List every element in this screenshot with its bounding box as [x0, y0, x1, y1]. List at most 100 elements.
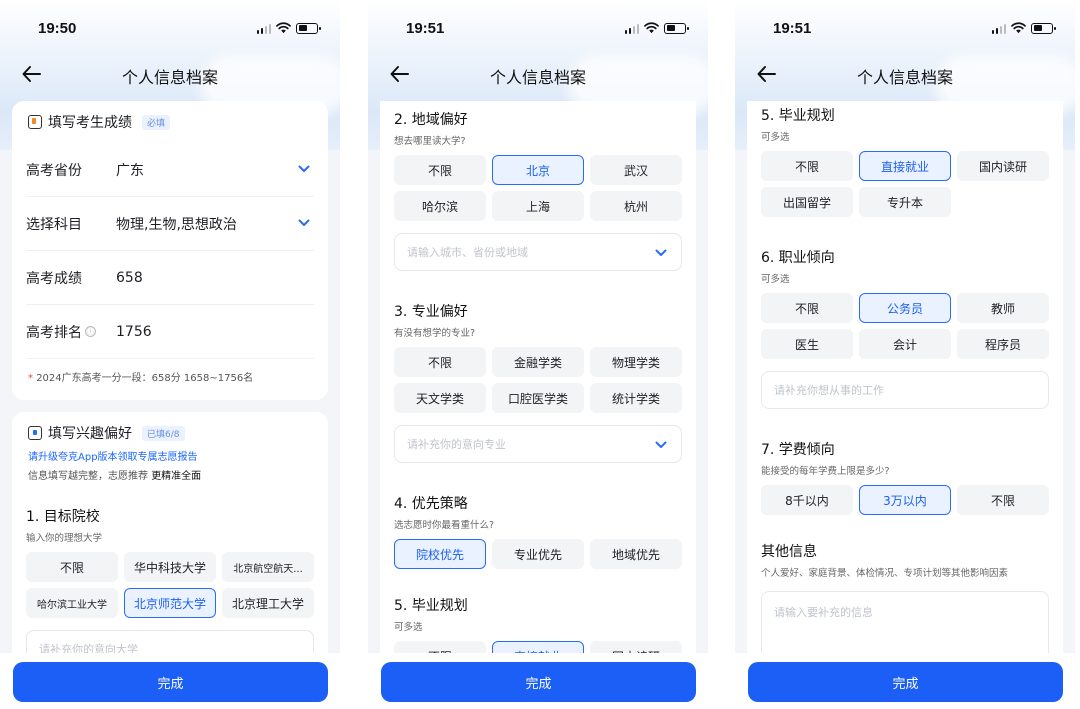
- option-chip[interactable]: 专业优先: [492, 539, 584, 569]
- option-chip[interactable]: 天文学类: [394, 383, 486, 413]
- plan-section: 5. 毕业规划 可多选 不限 直接就业 国内读研: [380, 595, 696, 654]
- section-subtitle: 可多选: [761, 274, 790, 285]
- option-chip[interactable]: 出国留学: [761, 187, 853, 217]
- option-chip[interactable]: 哈尔滨工业大学: [26, 588, 118, 618]
- nav-bar: 个人信息档案: [368, 58, 708, 90]
- interest-card: 填写兴趣偏好 已填6/8 请升级夸克App版本领取专属志愿报告 信息填写越完整，…: [12, 412, 328, 654]
- signal-icon: [991, 23, 1006, 34]
- bottom-bar: 完成: [368, 653, 708, 709]
- target-school-section: 1. 目标院校 输入你的理想大学 不限 华中科技大学 北京航空航天... 哈尔滨…: [12, 506, 328, 654]
- option-chip[interactable]: 地域优先: [590, 539, 682, 569]
- option-chip[interactable]: 上海: [492, 191, 584, 221]
- chevron-down-icon[interactable]: [655, 441, 667, 449]
- tuition-section: 7. 学费倾向 能接受的每年学费上限是多少? 8千以内 3万以内 不限: [747, 439, 1063, 519]
- chevron-down-icon[interactable]: [298, 165, 310, 173]
- phone-screen-2: 19:51 个人信息档案 2. 地域偏好 想去哪里读大学? 不限 北京 武汉 哈…: [368, 0, 708, 709]
- score-field[interactable]: 高考成绩 658: [26, 251, 314, 305]
- region-input[interactable]: 请输入城市、省份或地域: [394, 233, 682, 271]
- option-chip[interactable]: 专升本: [859, 187, 951, 217]
- option-chip[interactable]: 国内读研: [957, 151, 1049, 181]
- option-chip[interactable]: 不限: [394, 347, 486, 377]
- option-chip[interactable]: 金融学类: [492, 347, 584, 377]
- target-school-input[interactable]: 请补充你的意向大学: [26, 630, 314, 654]
- status-icons: [991, 22, 1056, 34]
- done-button[interactable]: 完成: [13, 662, 328, 702]
- career-input[interactable]: 请补充你想从事的工作: [761, 371, 1049, 409]
- option-chip[interactable]: 公务员: [859, 293, 951, 323]
- progress-badge: 已填6/8: [142, 425, 185, 441]
- subjects-field[interactable]: 选择科目 物理,生物,思想政治: [26, 197, 314, 251]
- chevron-down-icon[interactable]: [655, 249, 667, 257]
- upgrade-link[interactable]: 请升级夸克App版本领取专属志愿报告: [12, 448, 328, 463]
- subjects-value: 物理,生物,思想政治: [116, 216, 237, 233]
- score-card-header: 填写考生成绩 必填: [12, 101, 328, 143]
- option-chip[interactable]: 程序员: [957, 329, 1049, 359]
- option-chip[interactable]: 3万以内: [859, 485, 951, 515]
- signal-icon: [256, 23, 271, 34]
- strategy-section: 4. 优先策略 选志愿时你最看重什么? 院校优先 专业优先 地域优先: [380, 493, 696, 573]
- nav-bar: 个人信息档案: [0, 58, 340, 90]
- score-card-title: 填写考生成绩: [48, 115, 132, 131]
- option-grid: 不限 直接就业 国内读研 出国留学 专升本: [747, 151, 1063, 217]
- score-label: 高考成绩: [26, 270, 82, 287]
- info-icon[interactable]: ⓘ: [85, 326, 96, 337]
- section-subtitle: 有没有想学的专业?: [394, 328, 476, 339]
- section-title: 5. 毕业规划: [394, 598, 468, 614]
- preferences-card: 2. 地域偏好 想去哪里读大学? 不限 北京 武汉 哈尔滨 上海 杭州 请输入城…: [380, 101, 696, 654]
- option-chip[interactable]: 北京师范大学: [124, 588, 216, 618]
- status-bar: 19:51: [735, 0, 1075, 58]
- status-time: 19:50: [38, 20, 77, 37]
- option-chip[interactable]: 不限: [761, 293, 853, 323]
- chevron-down-icon[interactable]: [298, 219, 310, 227]
- promo-sub-prefix: 信息填写越完整，志愿推荐: [28, 471, 148, 482]
- province-field[interactable]: 高考省份 广东: [26, 143, 314, 197]
- option-chip[interactable]: 统计学类: [590, 383, 682, 413]
- option-chip[interactable]: 武汉: [590, 155, 682, 185]
- section-title: 1. 目标院校: [26, 509, 100, 525]
- option-chip[interactable]: 会计: [859, 329, 951, 359]
- option-chip[interactable]: 不限: [26, 552, 118, 582]
- other-info-textarea[interactable]: 请输入要补充的信息: [761, 591, 1049, 654]
- option-chip[interactable]: 华中科技大学: [124, 552, 216, 582]
- wifi-icon: [1011, 22, 1026, 34]
- form-icon: [28, 115, 42, 129]
- wifi-icon: [276, 22, 291, 34]
- rank-field[interactable]: 高考排名 ⓘ 1756: [26, 305, 314, 359]
- content-scroll[interactable]: 2. 地域偏好 想去哪里读大学? 不限 北京 武汉 哈尔滨 上海 杭州 请输入城…: [368, 101, 708, 654]
- option-chip[interactable]: 8千以内: [761, 485, 853, 515]
- option-chip[interactable]: 院校优先: [394, 539, 486, 569]
- option-chip[interactable]: 哈尔滨: [394, 191, 486, 221]
- bottom-bar: 完成: [0, 653, 340, 709]
- region-input-placeholder: 请输入城市、省份或地域: [407, 246, 528, 259]
- option-chip[interactable]: 北京航空航天...: [222, 552, 314, 582]
- nav-bar: 个人信息档案: [735, 58, 1075, 90]
- done-button[interactable]: 完成: [748, 662, 1063, 702]
- option-chip[interactable]: 不限: [957, 485, 1049, 515]
- section-subtitle: 想去哪里读大学?: [394, 136, 466, 147]
- option-chip[interactable]: 教师: [957, 293, 1049, 323]
- option-chip[interactable]: 医生: [761, 329, 853, 359]
- rank-value[interactable]: 1756: [116, 324, 152, 340]
- option-chip[interactable]: 直接就业: [859, 151, 951, 181]
- option-chip[interactable]: 口腔医学类: [492, 383, 584, 413]
- content-scroll[interactable]: 填写考生成绩 必填 高考省份 广东 选择科目 物理,生物,思想政治 高考成绩 6…: [0, 101, 340, 654]
- option-chip[interactable]: 物理学类: [590, 347, 682, 377]
- option-grid: 院校优先 专业优先 地域优先: [380, 539, 696, 569]
- option-chip[interactable]: 不限: [761, 151, 853, 181]
- done-button[interactable]: 完成: [381, 662, 696, 702]
- major-input[interactable]: 请补充你的意向专业: [394, 425, 682, 463]
- option-chip[interactable]: 北京: [492, 155, 584, 185]
- province-value: 广东: [116, 162, 144, 179]
- score-value[interactable]: 658: [116, 270, 143, 286]
- other-info-section: 其他信息 个人爱好、家庭背景、体检情况、专项计划等其他影响因素 请输入要补充的信…: [747, 541, 1063, 654]
- section-title: 2. 地域偏好: [394, 112, 468, 128]
- interest-card-title: 填写兴趣偏好: [48, 426, 132, 442]
- rank-label: 高考排名 ⓘ: [26, 322, 116, 342]
- option-chip[interactable]: 不限: [394, 155, 486, 185]
- option-chip[interactable]: 北京理工大学: [222, 588, 314, 618]
- career-section: 6. 职业倾向 可多选 不限 公务员 教师 医生 会计 程序员 请补充你想从事的…: [747, 247, 1063, 413]
- content-scroll[interactable]: 5. 毕业规划 可多选 不限 直接就业 国内读研 出国留学 专升本 6. 职业倾…: [735, 101, 1075, 654]
- phone-screen-1: 19:50 个人信息档案 填写考生成绩 必填 高考省份 广东 选择科目 物理,生…: [0, 0, 340, 709]
- option-chip[interactable]: 杭州: [590, 191, 682, 221]
- wifi-icon: [644, 22, 659, 34]
